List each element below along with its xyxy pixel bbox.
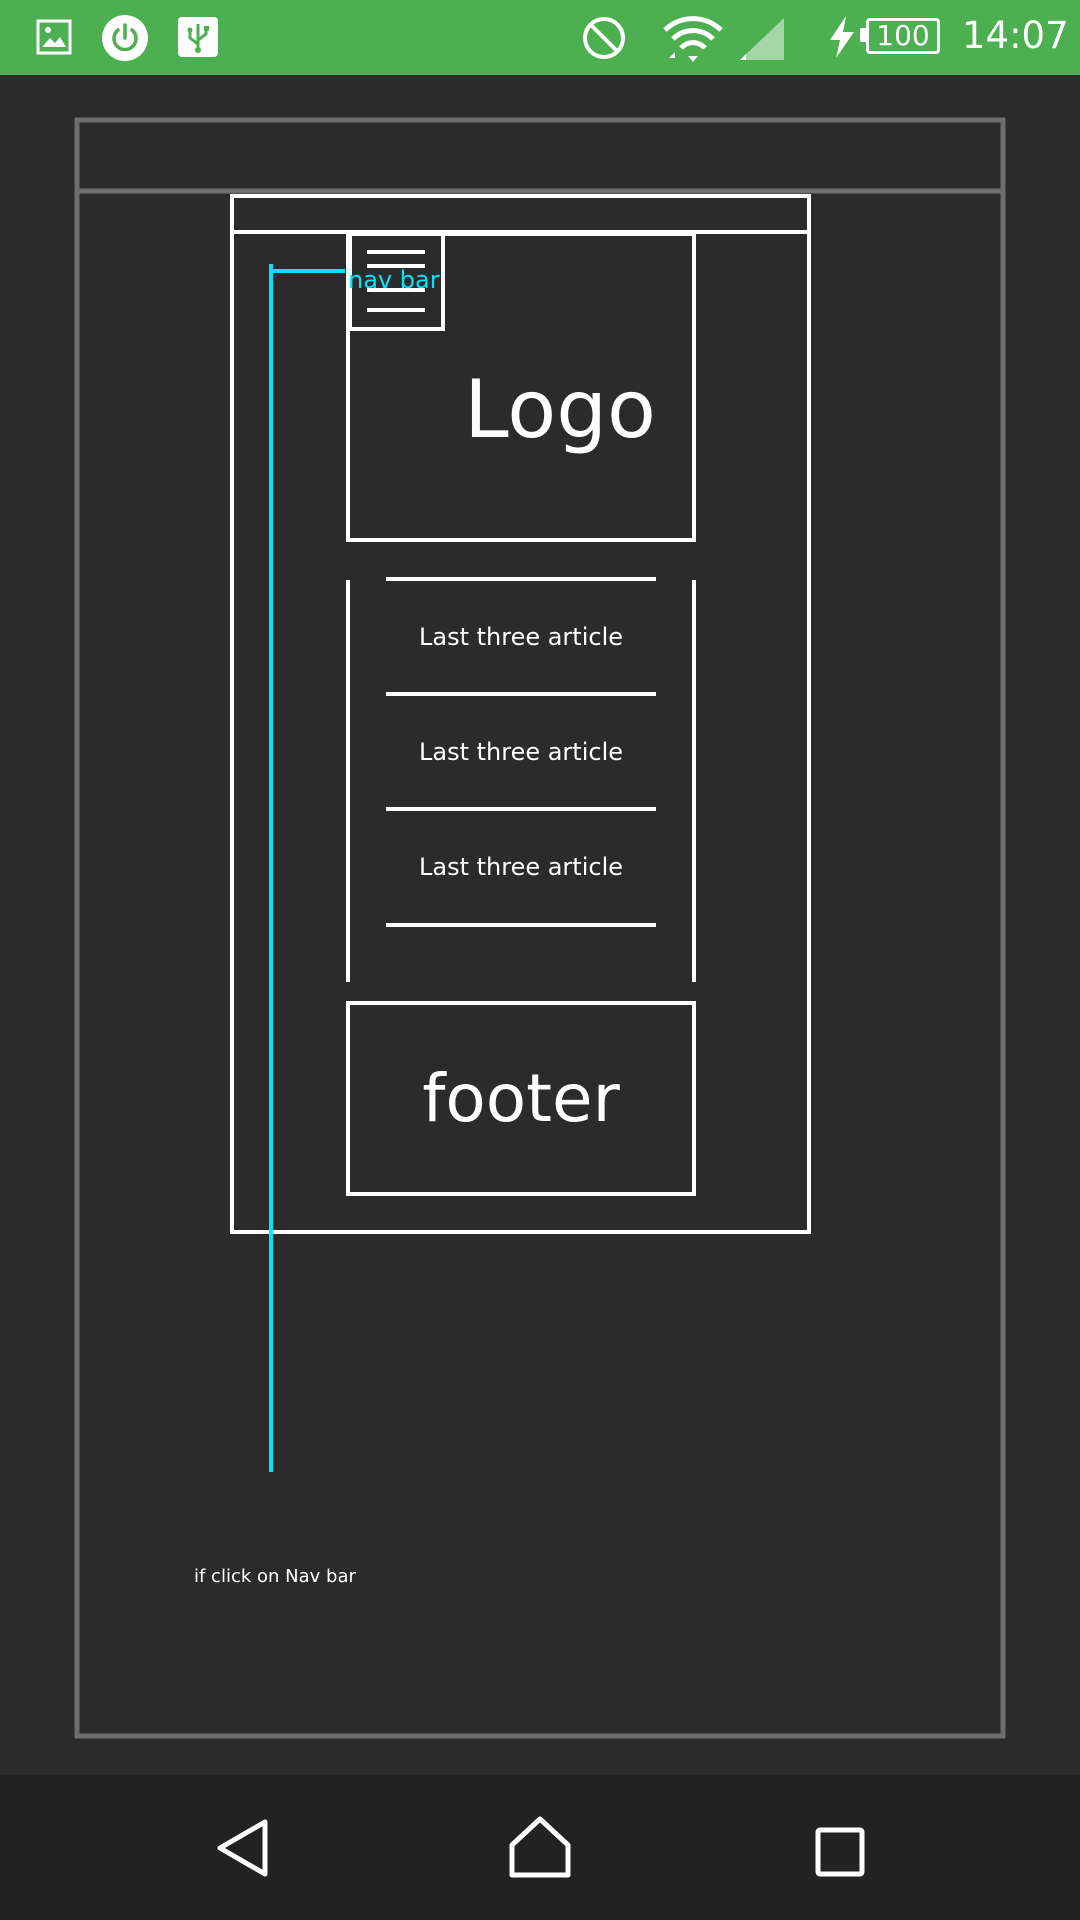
battery-level: 100 [876, 19, 930, 52]
nav-bar-annotation: nav bar [348, 266, 440, 294]
footer-label: footer [422, 1060, 620, 1137]
recents-button[interactable] [815, 1827, 865, 1877]
back-icon [217, 1819, 268, 1877]
image-icon [36, 19, 72, 55]
cell-signal-icon [740, 18, 784, 60]
nav-annotation-line [269, 264, 345, 1472]
charging-icon [830, 16, 854, 58]
article-label-1: Last three article [418, 623, 624, 651]
home-icon [509, 1816, 571, 1878]
click-note: if click on Nav bar [194, 1566, 356, 1587]
wifi-icon [663, 16, 723, 62]
battery-icon: 100 [866, 18, 940, 54]
article-label-2: Last three article [418, 738, 624, 766]
android-navigation-bar [0, 1775, 1080, 1920]
back-button[interactable] [212, 1818, 272, 1878]
wireframe-canvas: Logo Last three article Last three artic… [0, 75, 1080, 1775]
wireframe-drawing [74, 117, 1006, 1739]
status-bar: 100 14:07 [0, 0, 1080, 75]
home-button[interactable] [508, 1815, 572, 1879]
do-not-disturb-icon [583, 17, 625, 59]
article-label-3: Last three article [418, 853, 624, 881]
usb-icon [178, 17, 218, 57]
clock: 14:07 [962, 14, 1069, 57]
logo-label: Logo [464, 363, 656, 456]
power-icon [102, 15, 148, 61]
recents-icon [815, 1827, 865, 1877]
